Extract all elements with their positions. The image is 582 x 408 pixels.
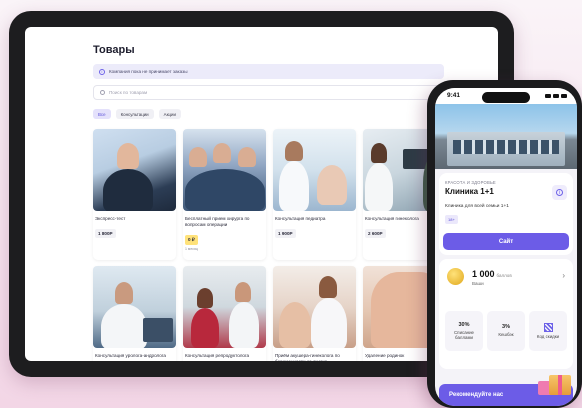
notice-banner: i Компания пока не принимает заказы [93, 64, 444, 79]
phone-screen: 9:41 КРАСОТА И ЗДОРОВЬЕ Клиника 1+1 i Кл… [435, 88, 577, 406]
product-note: 1 месяц [185, 246, 198, 251]
product-image [93, 129, 176, 211]
tile-value: 3% [502, 324, 510, 331]
product-image [183, 129, 266, 211]
store-card: КРАСОТА И ЗДОРОВЬЕ Клиника 1+1 i Клиника… [439, 173, 573, 255]
bonus-unit: баллов [496, 273, 512, 278]
product-name: Консультация уролога-андролога [95, 353, 166, 358]
product-name: Консультация репродуктолога [185, 353, 250, 358]
bonus-amount: 1 000 баллов [472, 269, 512, 279]
product-price: 1 800Р [95, 228, 116, 238]
product-image [183, 266, 266, 348]
page-title: Товары [93, 44, 135, 56]
dynamic-island [482, 92, 530, 103]
search-icon [100, 90, 105, 95]
status-time: 9:41 [447, 92, 461, 99]
status-bar: 9:41 [435, 88, 577, 104]
bonus-value: 1 000 [472, 269, 495, 279]
product-price: 1 900Р [275, 228, 296, 238]
tile-discount-code[interactable]: Код скидки [529, 311, 567, 351]
product-name: Консультация педиатра [275, 216, 326, 221]
store-cover-image [435, 104, 577, 169]
product-image [93, 266, 176, 348]
site-button[interactable]: Сайт [443, 233, 569, 250]
tile-cashback[interactable]: 3% Кешбэк [487, 311, 525, 351]
product-card[interactable]: Приём акушера-гинеколога по беременности… [273, 266, 356, 361]
bonus-card[interactable]: 1 000 баллов Ваши › 30% Списание баллами … [439, 259, 573, 369]
info-button[interactable]: i [552, 185, 567, 200]
product-card[interactable]: Консультация репродуктолога [183, 266, 266, 361]
age-badge: 18+ [445, 215, 458, 224]
notice-text: Компания пока не принимает заказы [109, 69, 188, 74]
product-image [273, 129, 356, 211]
search-placeholder: Поиск по товарам [109, 90, 148, 95]
product-price: 2 600Р [365, 228, 386, 238]
chevron-right-icon[interactable]: › [562, 271, 565, 280]
filter-chips: Все Консультации Акции [93, 109, 181, 119]
building-illustration [447, 132, 565, 166]
info-icon: i [99, 68, 105, 75]
product-name: Экспресс-тест [95, 216, 126, 221]
product-card[interactable]: Консультация уролога-андролога [93, 266, 176, 361]
product-card[interactable]: Экспресс-тест 1 800Р [93, 129, 176, 260]
status-icons [545, 94, 567, 98]
coin-icon [447, 268, 464, 285]
qr-icon [543, 322, 553, 332]
bonus-tiles: 30% Списание баллами 3% Кешбэк Код скидк… [445, 311, 567, 351]
store-category: КРАСОТА И ЗДОРОВЬЕ [445, 180, 496, 185]
product-card[interactable]: Бесплатный прием хирурга по вопросам опе… [183, 129, 266, 260]
tile-label: Списание баллами [454, 329, 474, 340]
bonus-label: Ваши [472, 281, 484, 286]
product-image [273, 266, 356, 348]
product-name: Бесплатный прием хирурга по вопросам опе… [185, 216, 250, 227]
product-price: 0 ₽ [185, 234, 198, 245]
tile-value: 30% [458, 321, 470, 328]
store-name: Клиника 1+1 [445, 187, 494, 196]
tile-points-writeoff[interactable]: 30% Списание баллами [445, 311, 483, 351]
product-name: Приём акушера-гинеколога по беременности… [275, 353, 340, 361]
tile-label: Код скидки [536, 333, 560, 339]
chip-promos[interactable]: Акции [158, 109, 181, 119]
search-input[interactable]: Поиск по товарам [93, 85, 444, 100]
chip-all[interactable]: Все [93, 109, 111, 119]
info-icon: i [556, 189, 563, 196]
gift-box-icon [549, 375, 571, 395]
tile-label: Кешбэк [498, 332, 514, 338]
store-description: Клиника для всей семьи 1+1 [445, 204, 509, 209]
product-card[interactable]: Консультация педиатра 1 900Р [273, 129, 356, 260]
phone-device: 9:41 КРАСОТА И ЗДОРОВЬЕ Клиника 1+1 i Кл… [427, 80, 582, 408]
chip-consultations[interactable]: Консультации [115, 109, 154, 119]
